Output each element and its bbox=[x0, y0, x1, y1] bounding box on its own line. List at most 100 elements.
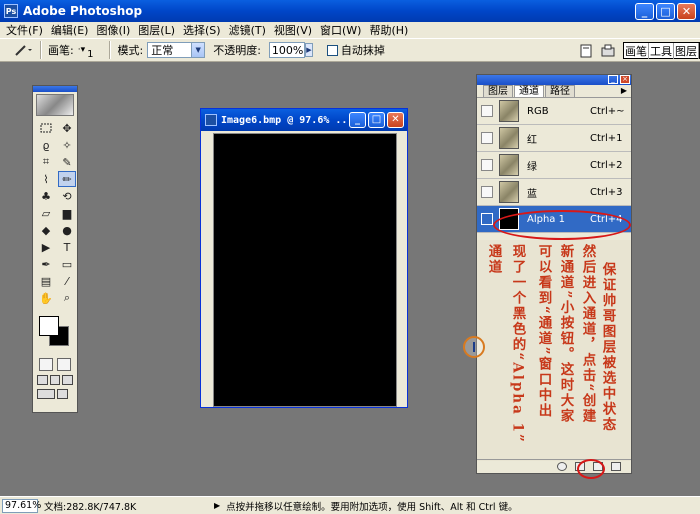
palette-well-tools[interactable]: 工具 bbox=[649, 42, 674, 59]
pen-tool-icon[interactable]: ✒ bbox=[37, 256, 55, 272]
app-title-bar: Ps Adobe Photoshop _ □ ✕ bbox=[0, 0, 700, 22]
panel-menu-arrow-icon[interactable]: ▶ bbox=[621, 86, 627, 95]
foreground-color-swatch[interactable] bbox=[39, 316, 59, 336]
mode-value: 正常 bbox=[151, 44, 174, 57]
status-arrow-icon[interactable]: ▶ bbox=[214, 501, 220, 510]
menu-layer[interactable]: 图层(L) bbox=[136, 22, 181, 38]
opacity-input[interactable]: 100% bbox=[268, 42, 305, 58]
channel-row-rgb[interactable]: RGB Ctrl+~ bbox=[477, 98, 631, 125]
document-title: Image6.bmp @ 97.6% ... bbox=[221, 114, 354, 126]
document-size-info[interactable]: 文档:282.8K/747.8K bbox=[44, 499, 194, 513]
eraser-tool-icon[interactable]: ▱ bbox=[37, 205, 55, 221]
lasso-tool-icon[interactable]: ϱ bbox=[37, 137, 55, 153]
healing-brush-icon[interactable]: ⌇ bbox=[37, 171, 55, 187]
menu-window[interactable]: 窗口(W) bbox=[318, 22, 367, 38]
close-button[interactable]: ✕ bbox=[677, 3, 696, 20]
palette-well: 画笔 工具 图层 bbox=[623, 42, 700, 59]
photoshop-feather-logo[interactable] bbox=[36, 94, 74, 116]
document-close-button[interactable]: ✕ bbox=[387, 112, 404, 128]
annotation-line: 现了一个黑色的“Alpha 1” bbox=[509, 244, 526, 444]
zoom-tool-icon[interactable]: ⌕ bbox=[58, 290, 76, 306]
annotation-line: 然后进入通道，点击“创建 bbox=[579, 244, 596, 425]
menu-help[interactable]: 帮助(H) bbox=[367, 22, 414, 38]
mode-select[interactable]: 正常 ▼ bbox=[147, 42, 206, 58]
brush-dot-icon[interactable]: ·▾ bbox=[78, 45, 85, 55]
panel-minimize-button[interactable]: _ bbox=[608, 75, 618, 84]
type-tool-icon[interactable]: T bbox=[58, 239, 76, 255]
visibility-toggle[interactable] bbox=[481, 213, 493, 225]
channel-thumbnail bbox=[499, 208, 519, 230]
document-minimize-button[interactable]: _ bbox=[349, 112, 366, 128]
file-browser-icon[interactable] bbox=[579, 44, 593, 58]
crop-tool-icon[interactable]: ⌗ bbox=[37, 154, 55, 170]
dodge-tool-icon[interactable]: ● bbox=[58, 222, 76, 238]
full-screen-menu-mode-button[interactable] bbox=[49, 375, 61, 385]
visibility-toggle[interactable] bbox=[481, 132, 493, 144]
panel-close-button[interactable]: × bbox=[620, 75, 630, 84]
quick-mask-mode-button[interactable] bbox=[57, 358, 71, 371]
notes-tool-icon[interactable]: ▤ bbox=[37, 273, 55, 289]
menu-file[interactable]: 文件(F) bbox=[4, 22, 49, 38]
history-brush-icon[interactable]: ⟲ bbox=[58, 188, 76, 204]
jump-to-imageready-button[interactable] bbox=[37, 389, 55, 399]
clone-stamp-icon[interactable]: ♣ bbox=[37, 188, 55, 204]
menu-select[interactable]: 选择(S) bbox=[181, 22, 227, 38]
panel-title-bar[interactable]: _ × bbox=[477, 75, 631, 85]
zoom-input[interactable]: 97.61% bbox=[2, 498, 41, 513]
menu-image[interactable]: 图像(I) bbox=[94, 22, 136, 38]
tab-paths[interactable]: 路径 bbox=[545, 85, 575, 97]
marquee-tool-icon[interactable] bbox=[37, 120, 55, 136]
menu-view[interactable]: 视图(V) bbox=[272, 22, 318, 38]
menu-filter[interactable]: 滤镜(T) bbox=[227, 22, 272, 38]
palette-well-layers[interactable]: 图层 bbox=[674, 42, 699, 59]
visibility-toggle[interactable] bbox=[481, 159, 493, 171]
channel-list: RGB Ctrl+~ 红 Ctrl+1 绿 Ctrl+2 蓝 Ctrl+3 Al… bbox=[477, 98, 631, 240]
channel-row-alpha-1[interactable]: Alpha 1 Ctrl+4 bbox=[477, 206, 631, 233]
path-selection-icon[interactable]: ▶ bbox=[37, 239, 55, 255]
panel-tabs: 图层 通道 路径 ▶ bbox=[477, 85, 631, 98]
auto-erase-checkbox[interactable] bbox=[326, 44, 338, 56]
maximize-button[interactable]: □ bbox=[656, 3, 675, 20]
hand-tool-icon[interactable]: ✋ bbox=[37, 290, 55, 306]
pencil-tool-icon[interactable]: ✏ bbox=[58, 171, 76, 187]
chevron-down-icon: ▼ bbox=[191, 43, 205, 57]
tab-layers[interactable]: 图层 bbox=[483, 85, 513, 97]
minimize-button[interactable]: _ bbox=[635, 3, 654, 20]
toolbox-title-bar[interactable] bbox=[33, 86, 77, 92]
blur-tool-icon[interactable]: ◆ bbox=[37, 222, 55, 238]
channel-shortcut: Ctrl+1 bbox=[590, 132, 623, 144]
imageready-icon[interactable] bbox=[601, 44, 615, 58]
shape-tool-icon[interactable]: ▭ bbox=[58, 256, 76, 272]
channel-name: Alpha 1 bbox=[527, 213, 565, 225]
slice-tool-icon[interactable]: ✎ bbox=[58, 154, 76, 170]
standard-mode-button[interactable] bbox=[39, 358, 53, 371]
visibility-toggle[interactable] bbox=[481, 105, 493, 117]
document-icon bbox=[205, 114, 217, 126]
move-tool-icon[interactable]: ✥ bbox=[58, 120, 76, 136]
tab-channels[interactable]: 通道 bbox=[514, 85, 544, 97]
full-screen-mode-button[interactable] bbox=[62, 375, 74, 385]
trash-icon[interactable] bbox=[611, 462, 621, 471]
imageready-icon[interactable] bbox=[57, 389, 68, 399]
panel-bottom-toolbar bbox=[477, 459, 631, 479]
pencil-tool-preset-icon[interactable] bbox=[12, 41, 34, 59]
document-canvas[interactable] bbox=[213, 133, 397, 407]
palette-well-brushes[interactable]: 画笔 bbox=[624, 42, 649, 59]
eyedropper-icon[interactable]: ⁄ bbox=[58, 273, 76, 289]
channel-shortcut: Ctrl+4 bbox=[590, 213, 623, 225]
menu-edit[interactable]: 编辑(E) bbox=[49, 22, 95, 38]
mode-label: 模式: bbox=[117, 44, 144, 57]
standard-screen-mode-button[interactable] bbox=[37, 375, 48, 385]
document-window: Image6.bmp @ 97.6% ... _ □ ✕ bbox=[200, 108, 408, 408]
divider bbox=[109, 41, 112, 59]
channel-row-red[interactable]: 红 Ctrl+1 bbox=[477, 125, 631, 152]
visibility-toggle[interactable] bbox=[481, 186, 493, 198]
gradient-tool-icon[interactable]: ▆ bbox=[58, 205, 76, 221]
document-maximize-button[interactable]: □ bbox=[368, 112, 385, 128]
load-selection-icon[interactable] bbox=[557, 462, 567, 471]
magic-wand-icon[interactable]: ✧ bbox=[58, 137, 76, 153]
channel-row-green[interactable]: 绿 Ctrl+2 bbox=[477, 152, 631, 179]
opacity-slider-arrow-icon[interactable]: ▶ bbox=[304, 43, 313, 57]
cursor-pointer-icon bbox=[463, 336, 485, 358]
channel-row-blue[interactable]: 蓝 Ctrl+3 bbox=[477, 179, 631, 206]
